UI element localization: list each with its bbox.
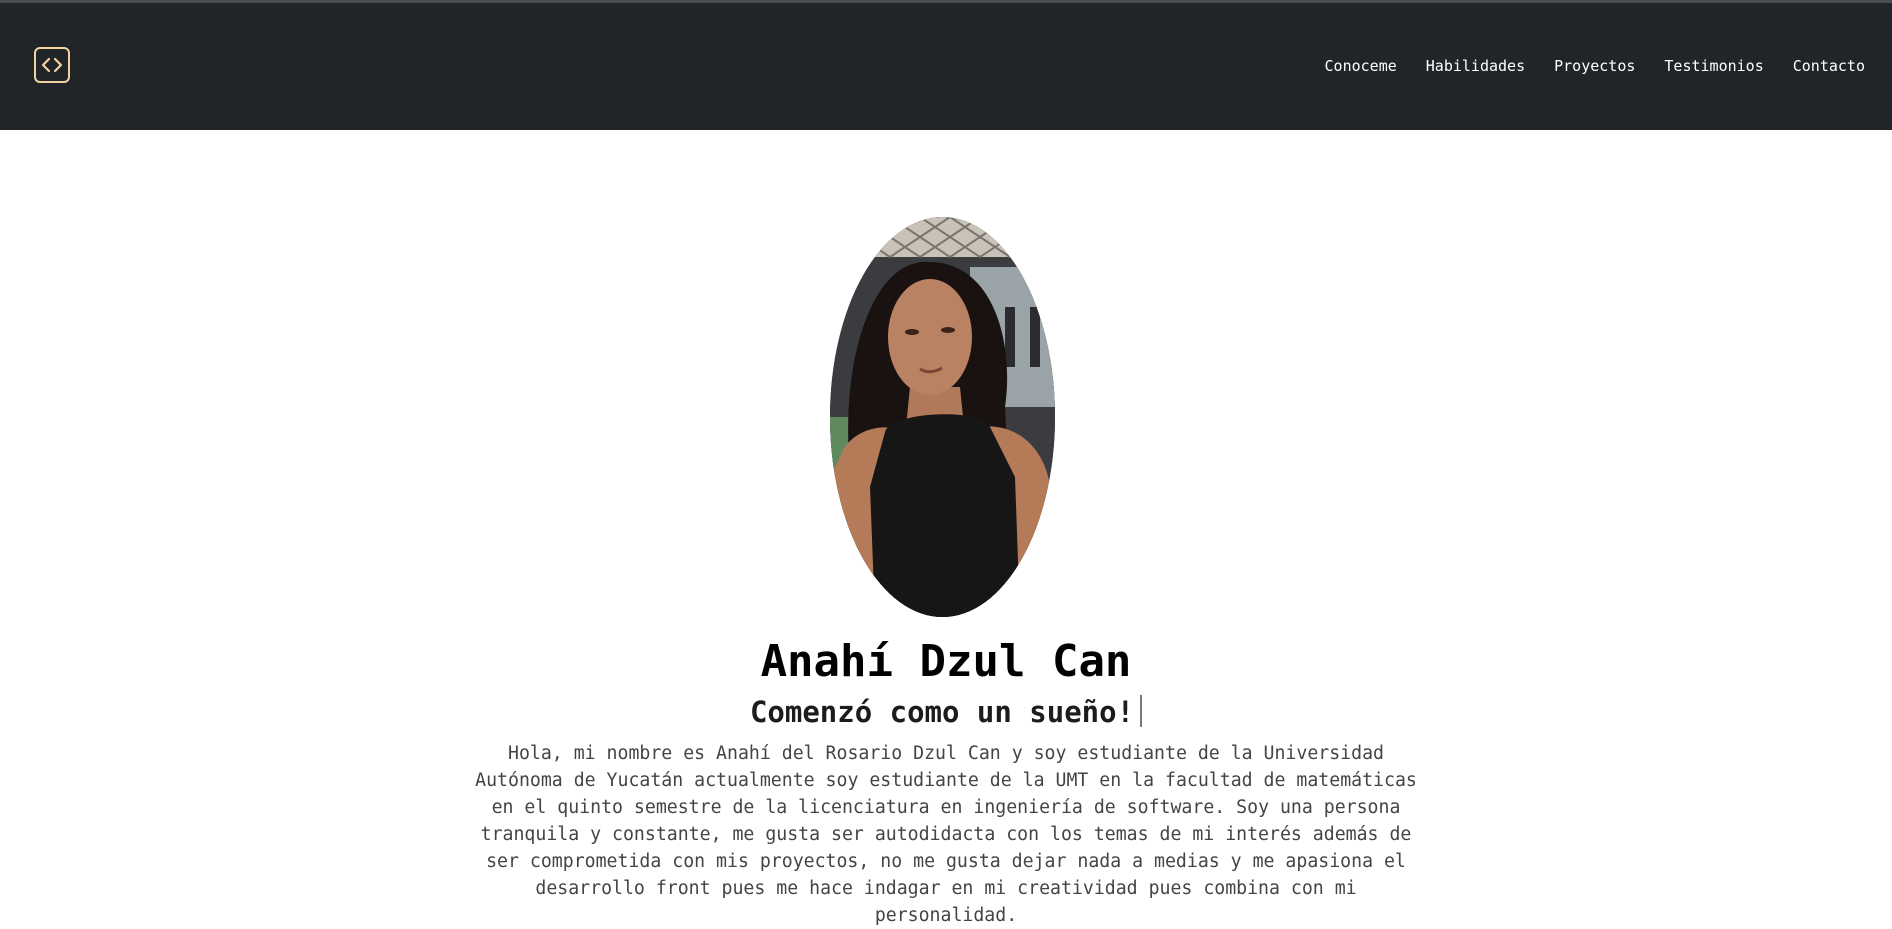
navbar: Conoceme Habilidades Proyectos Testimoni… — [0, 3, 1892, 130]
profile-tagline: Comenzó como un sueño! — [0, 695, 1892, 730]
nav-link-contacto[interactable]: Contacto — [1793, 57, 1865, 75]
main-nav: Conoceme Habilidades Proyectos Testimoni… — [1296, 57, 1865, 75]
nav-link-habilidades[interactable]: Habilidades — [1426, 57, 1525, 75]
site-logo[interactable] — [34, 47, 70, 83]
hero-section: Anahí Dzul Can Comenzó como un sueño! Ho… — [0, 130, 1892, 926]
nav-link-testimonios[interactable]: Testimonios — [1664, 57, 1763, 75]
code-brackets-icon — [41, 57, 63, 73]
profile-bio: Hola, mi nombre es Anahí del Rosario Dzu… — [475, 743, 1417, 926]
tagline-text: Comenzó como un sueño! — [749, 695, 1135, 729]
nav-link-conoceme[interactable]: Conoceme — [1325, 57, 1397, 75]
profile-name: Anahí Dzul Can — [760, 636, 1132, 687]
nav-link-proyectos[interactable]: Proyectos — [1554, 57, 1635, 75]
typing-cursor — [1140, 695, 1143, 727]
profile-photo — [830, 217, 1055, 617]
